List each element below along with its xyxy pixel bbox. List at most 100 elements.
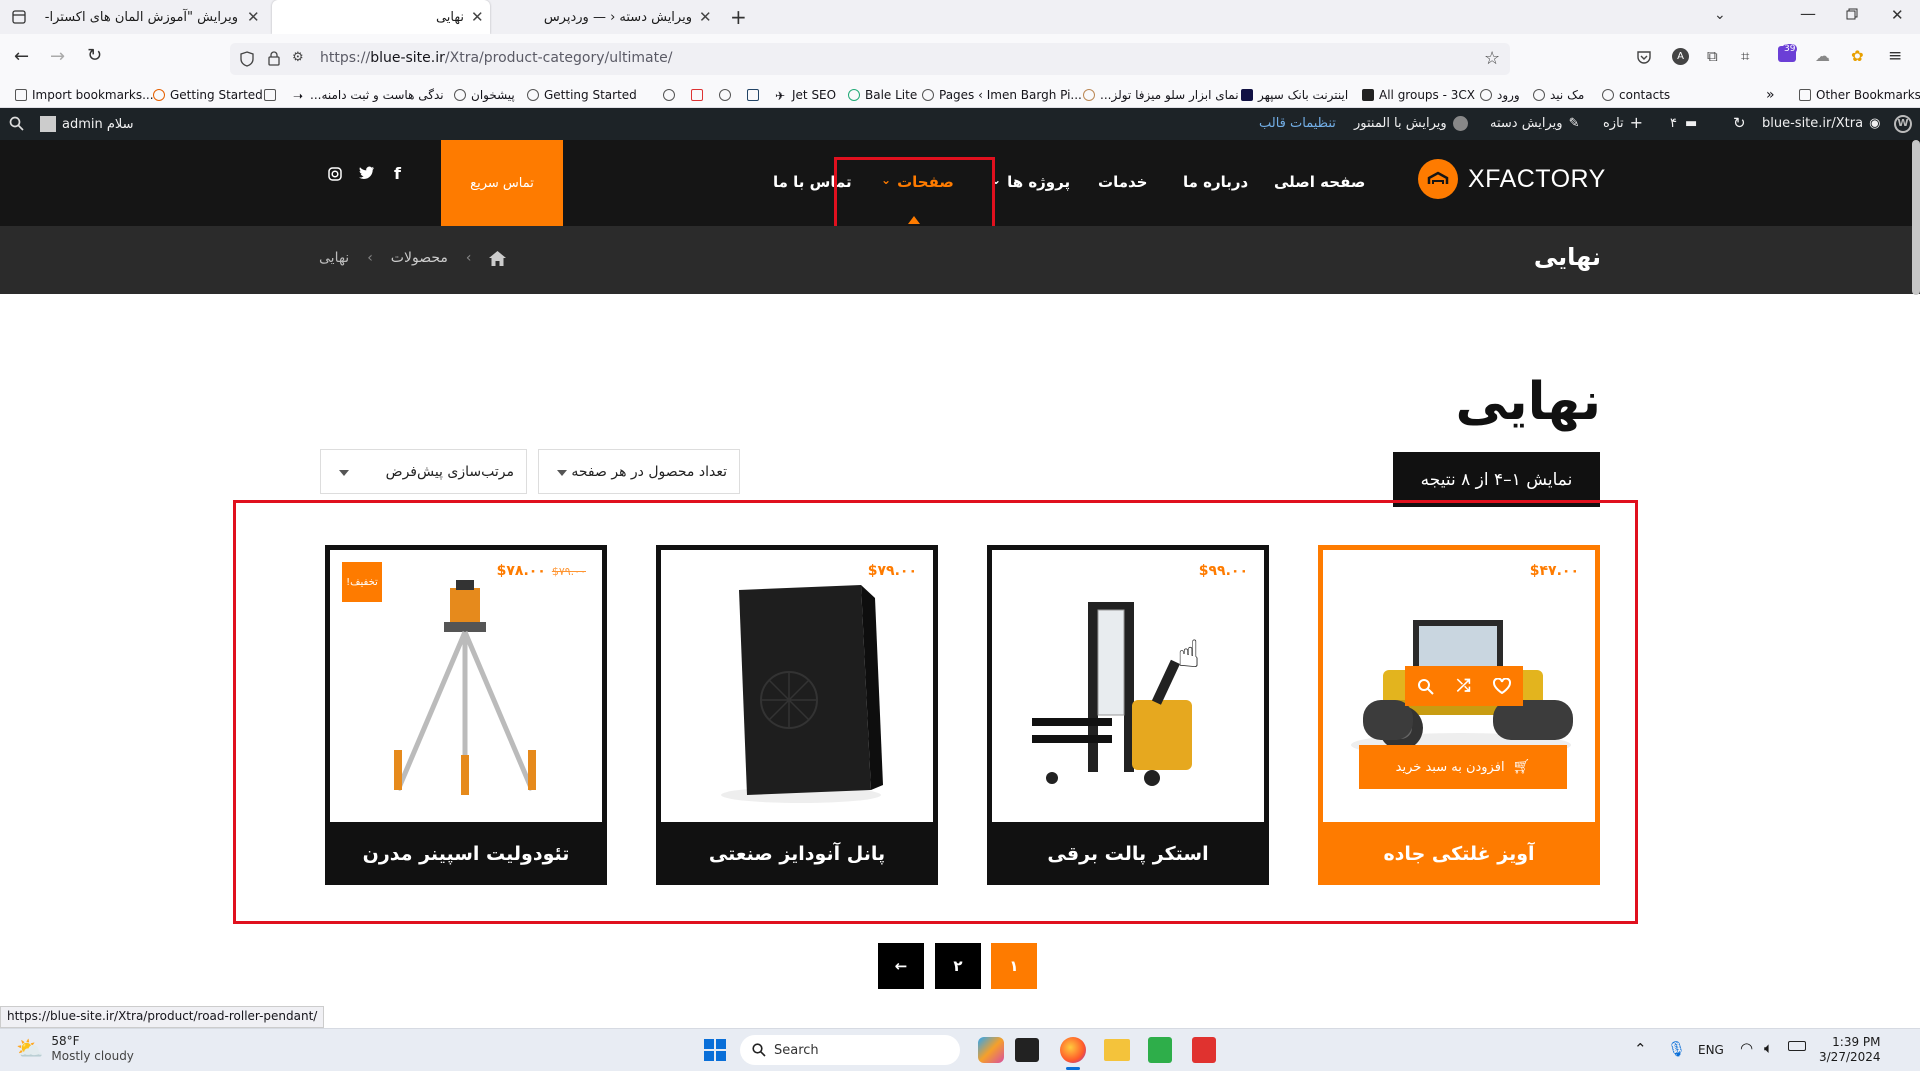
tab-current[interactable]: نهایی ✕: [272, 0, 490, 34]
copilot-icon[interactable]: [978, 1037, 1004, 1063]
site-settings-icon[interactable]: ⚙: [292, 50, 304, 65]
file-explorer-icon[interactable]: [1104, 1039, 1130, 1061]
product-image[interactable]: $۷۹.۰۰: [661, 550, 933, 822]
product-card-theodolite[interactable]: تخفیف! $۷۸.۰۰ $۷۹.۰۰ تئودولیت اسپینر مدرن: [325, 545, 607, 885]
sort-select[interactable]: مرتب‌سازی پیش‌فرض: [320, 449, 527, 494]
app-green-icon[interactable]: [1148, 1037, 1172, 1063]
vpn-icon[interactable]: ✿: [1851, 47, 1864, 65]
clock[interactable]: 1:39 PM 3/27/2024: [1819, 1035, 1881, 1065]
tray-chevron-up-icon[interactable]: ⌃: [1634, 1040, 1647, 1058]
bookmark-gmail-icon[interactable]: [686, 85, 708, 105]
bookmark-tools[interactable]: ...نمای ابزار سلو میزفا تولز: [1078, 85, 1239, 105]
bookmark-bale[interactable]: Bale Lite: [843, 85, 917, 105]
facebook-icon[interactable]: f: [394, 164, 401, 183]
bookmark-globe-icon[interactable]: [658, 85, 680, 105]
search-icon[interactable]: [9, 116, 24, 131]
product-name[interactable]: پانل آنودایز صنعتی: [656, 822, 938, 885]
per-page-select[interactable]: تعداد محصول در هر صفحه: [538, 449, 740, 494]
product-image[interactable]: ⤮ 🛒︎ افزودن به سبد خرید $۴۷.۰۰: [1323, 550, 1595, 822]
taskbar-search[interactable]: Search: [740, 1035, 960, 1065]
pagination-page-2[interactable]: ۲: [935, 943, 981, 989]
product-card-road-roller[interactable]: ⤮ 🛒︎ افزودن به سبد خرید $۴۷.۰۰ آویز غلتک…: [1318, 545, 1600, 885]
edit-category[interactable]: ✎ ویرایش دسته: [1490, 116, 1580, 131]
tab-edit-category[interactable]: ویرایش دسته ‹ — وردپرس ✕: [500, 0, 718, 34]
volume-icon[interactable]: 🔈︎: [1764, 1039, 1773, 1057]
bookmark-dashboard[interactable]: پیشخوان: [449, 85, 515, 105]
bookmark-bank[interactable]: اینترنت بانک سپهر: [1236, 85, 1348, 105]
product-card-anodized-panel[interactable]: $۷۹.۰۰ پانل آنودایز صنعتی: [656, 545, 938, 885]
bookmark-hosting[interactable]: ➝ ...ندگی هاست و ثبت دامنه: [288, 85, 444, 105]
tab-elementor-edit[interactable]: ویرایش "آموزش المان های اکسترا- ع ✕: [42, 0, 264, 34]
search-icon[interactable]: [1417, 678, 1434, 695]
url-text[interactable]: https://blue-site.ir/Xtra/product-catego…: [320, 50, 672, 66]
task-view-icon[interactable]: [1015, 1038, 1039, 1062]
product-image[interactable]: $۹۹.۰۰ ☝: [992, 550, 1264, 822]
breadcrumb-products[interactable]: محصولات: [391, 250, 448, 266]
twitter-icon[interactable]: [359, 166, 375, 180]
hamburger-menu-icon[interactable]: ≡: [1888, 46, 1902, 66]
cloud-icon[interactable]: ☁: [1815, 47, 1830, 65]
input-language[interactable]: ENG: [1698, 1043, 1724, 1057]
home-icon[interactable]: [489, 250, 507, 266]
pagination-current[interactable]: ۱: [991, 943, 1037, 989]
bookmark-jet-seo[interactable]: ✈ Jet SEO: [770, 85, 836, 105]
wordpress-icon[interactable]: W: [1894, 115, 1912, 133]
close-icon[interactable]: ✕: [471, 8, 484, 26]
quick-call-button[interactable]: تماس سریع: [441, 140, 563, 226]
other-bookmarks[interactable]: Other Bookmarks: [1794, 85, 1920, 105]
restore-icon[interactable]: [1846, 8, 1858, 20]
close-icon[interactable]: ✕: [699, 8, 712, 26]
heart-icon[interactable]: [1493, 678, 1512, 694]
admin-greeting[interactable]: سلام admin: [40, 116, 134, 132]
firefox-icon[interactable]: [1060, 1037, 1086, 1063]
bookmark-contacts[interactable]: contacts: [1597, 85, 1670, 105]
updates-icon[interactable]: ↻: [1733, 114, 1746, 132]
pagination-next-arrow[interactable]: ←: [878, 943, 924, 989]
address-bar[interactable]: ⚙ https://blue-site.ir/Xtra/product-cate…: [230, 43, 1510, 75]
menu-home[interactable]: صفحه اصلی: [1274, 173, 1365, 191]
bookmark-3cx[interactable]: All groups - 3CX: [1357, 85, 1475, 105]
tab-list-icon[interactable]: [11, 9, 27, 25]
bookmark-login[interactable]: ورود: [1475, 85, 1520, 105]
pocket-icon[interactable]: [1636, 49, 1652, 65]
bookmark-getting-started[interactable]: Getting Started: [148, 85, 263, 105]
bookmark-mac[interactable]: مک نید: [1528, 85, 1584, 105]
edit-with-elementor[interactable]: ویرایش با المنتور: [1354, 116, 1468, 131]
product-card-pallet-stacker[interactable]: $۹۹.۰۰ ☝ استکر پالت برقی: [987, 545, 1269, 885]
product-name[interactable]: آویز غلتکی جاده: [1318, 822, 1600, 885]
bookmark-pages[interactable]: Pages ‹ Imen Bargh Pi...: [917, 85, 1082, 105]
product-name[interactable]: استکر پالت برقی: [987, 822, 1269, 885]
logo[interactable]: XFACTORY: [1418, 159, 1606, 199]
theme-settings-link[interactable]: تنظیمات قالب: [1259, 116, 1336, 131]
comments[interactable]: ▬ ۴: [1670, 116, 1697, 131]
add-to-cart-button[interactable]: 🛒︎ افزودن به سبد خرید: [1359, 745, 1567, 789]
new-tab-icon[interactable]: +: [730, 5, 747, 29]
app-red-icon[interactable]: [1192, 1037, 1216, 1063]
bookmark-globe-icon[interactable]: [742, 85, 764, 105]
compare-shuffle-icon[interactable]: ⤮: [1457, 676, 1471, 696]
reload-icon[interactable]: ↻: [87, 45, 102, 66]
weather-widget[interactable]: ⛅ 58°F Mostly cloudy: [16, 1034, 134, 1064]
crop-icon[interactable]: ⌗: [1741, 47, 1749, 65]
back-arrow-icon[interactable]: ←: [14, 46, 29, 67]
bookmark-import[interactable]: Import bookmarks...: [10, 85, 154, 105]
menu-about[interactable]: درباره ما: [1183, 173, 1248, 191]
close-icon[interactable]: ✕: [247, 8, 260, 26]
scrollbar[interactable]: [1912, 140, 1920, 295]
product-name[interactable]: تئودولیت اسپینر مدرن: [325, 822, 607, 885]
bookmark-getting-started-2[interactable]: Getting Started: [522, 85, 637, 105]
star-icon[interactable]: ☆: [1484, 48, 1500, 69]
instagram-icon[interactable]: [328, 167, 342, 181]
wifi-icon[interactable]: ◠: [1740, 1039, 1753, 1057]
shield-icon[interactable]: [240, 51, 254, 67]
new-content[interactable]: + تازه: [1603, 115, 1643, 132]
extensions-icon[interactable]: ⧉: [1707, 47, 1718, 65]
microphone-icon[interactable]: 🎙︎: [1667, 1040, 1686, 1058]
bookmark-icon-only[interactable]: [259, 85, 281, 105]
chevron-down-icon[interactable]: ⌄: [1714, 7, 1726, 23]
battery-icon[interactable]: [1788, 1041, 1806, 1051]
account-icon[interactable]: A: [1672, 48, 1689, 65]
menu-projects[interactable]: ⌄ پروژه ها: [991, 173, 1070, 191]
site-name[interactable]: blue-site.ir/Xtra ◉: [1762, 116, 1880, 131]
lock-icon[interactable]: [268, 51, 280, 66]
